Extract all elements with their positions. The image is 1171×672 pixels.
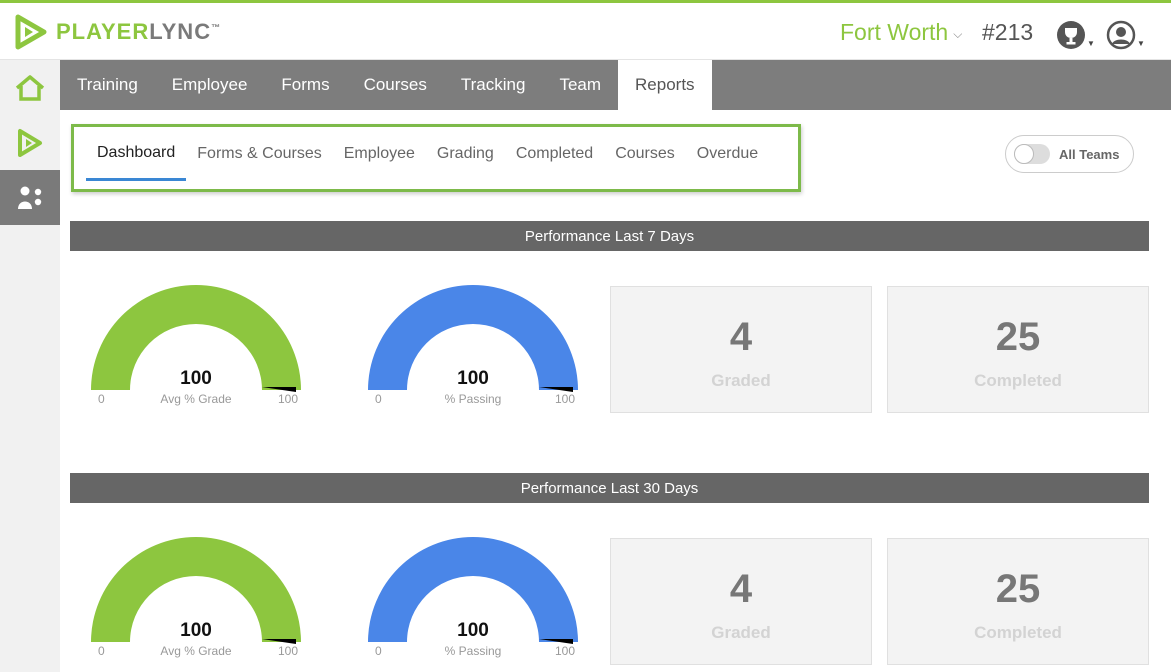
tab-courses[interactable]: Courses bbox=[347, 60, 444, 110]
stat-value: 4 bbox=[729, 315, 753, 359]
toggle-label: All Teams bbox=[1059, 146, 1120, 162]
tab-employee[interactable]: Employee bbox=[155, 60, 265, 110]
subtab-grading[interactable]: Grading bbox=[426, 127, 505, 181]
app-logo[interactable]: PLAYERLYNC™ bbox=[14, 12, 220, 52]
gauge-passing: 100 % Passing 0 100 bbox=[357, 536, 587, 666]
location-selector[interactable]: Fort Worth ⌵ bbox=[840, 19, 962, 46]
report-subtabs: Dashboard Forms & Courses Employee Gradi… bbox=[71, 124, 801, 192]
caret-down-icon: ▼ bbox=[1137, 39, 1145, 48]
user-menu[interactable]: ▼ bbox=[1106, 20, 1145, 50]
gauge-min: 0 bbox=[375, 644, 382, 658]
gauge-min: 0 bbox=[375, 392, 382, 406]
sidebar-item-training[interactable] bbox=[0, 115, 60, 170]
stat-card-graded[interactable]: 4 Graded bbox=[610, 286, 872, 413]
toggle-knob bbox=[1014, 144, 1034, 164]
chevron-down-icon: ⌵ bbox=[953, 26, 963, 41]
gauge-value: 100 bbox=[180, 368, 212, 389]
trophy-menu[interactable]: ▼ bbox=[1056, 20, 1095, 50]
top-bar: PLAYERLYNC™ Fort Worth ⌵ #213 ▼ ▼ bbox=[0, 0, 1171, 60]
user-icon bbox=[1106, 20, 1136, 50]
stat-value: 4 bbox=[729, 567, 753, 611]
sidebar-item-home[interactable] bbox=[0, 60, 60, 115]
stat-card-completed[interactable]: 25 Completed bbox=[887, 538, 1149, 665]
trophy-icon bbox=[1057, 21, 1085, 49]
section-title-7-days: Performance Last 7 Days bbox=[70, 221, 1149, 251]
brand-name: PLAYERLYNC™ bbox=[56, 19, 221, 44]
play-icon bbox=[18, 128, 42, 157]
gauge-max: 100 bbox=[278, 392, 299, 406]
stat-card-graded[interactable]: 4 Graded bbox=[610, 538, 872, 665]
subtab-employee[interactable]: Employee bbox=[333, 127, 426, 181]
gauge-value: 100 bbox=[457, 368, 489, 389]
gauge-max: 100 bbox=[278, 644, 299, 658]
tab-tracking[interactable]: Tracking bbox=[444, 60, 543, 110]
subtab-forms-courses[interactable]: Forms & Courses bbox=[186, 127, 332, 181]
gauge-min: 0 bbox=[98, 392, 105, 406]
gauge-max: 100 bbox=[555, 392, 576, 406]
gauge-value: 100 bbox=[180, 620, 212, 641]
people-icon bbox=[18, 186, 42, 209]
location-name: Fort Worth bbox=[840, 19, 949, 45]
tab-reports[interactable]: Reports bbox=[618, 60, 712, 110]
home-icon bbox=[15, 74, 45, 101]
sidebar-item-people[interactable] bbox=[0, 170, 60, 225]
gauge-min: 0 bbox=[98, 644, 105, 658]
all-teams-toggle[interactable]: All Teams bbox=[1005, 135, 1134, 173]
section-title-30-days: Performance Last 30 Days bbox=[70, 473, 1149, 503]
gauge-avg-grade: 100 Avg % Grade 0 100 bbox=[80, 536, 310, 666]
stat-card-completed[interactable]: 25 Completed bbox=[887, 286, 1149, 413]
stat-label: Completed bbox=[974, 623, 1062, 642]
sidebar bbox=[0, 60, 60, 672]
caret-down-icon: ▼ bbox=[1087, 39, 1095, 48]
subtab-completed[interactable]: Completed bbox=[505, 127, 604, 181]
toggle-switch[interactable] bbox=[1014, 144, 1050, 164]
stat-value: 25 bbox=[995, 315, 1041, 359]
tab-team[interactable]: Team bbox=[542, 60, 618, 110]
subtab-overdue[interactable]: Overdue bbox=[686, 127, 769, 181]
stat-value: 25 bbox=[995, 567, 1041, 611]
gauge-passing: 100 % Passing 0 100 bbox=[357, 284, 587, 414]
gauge-max: 100 bbox=[555, 644, 576, 658]
stat-label: Graded bbox=[711, 623, 771, 642]
gauge-value: 100 bbox=[457, 620, 489, 641]
main-nav: Training Employee Forms Courses Tracking… bbox=[60, 60, 1171, 110]
tab-training[interactable]: Training bbox=[60, 60, 155, 110]
stat-label: Graded bbox=[711, 371, 771, 390]
gauge-avg-grade: 100 Avg % Grade 0 100 bbox=[80, 284, 310, 414]
subtab-dashboard[interactable]: Dashboard bbox=[86, 127, 187, 181]
tab-forms[interactable]: Forms bbox=[264, 60, 346, 110]
playerlync-logo-icon bbox=[15, 14, 47, 50]
store-number: #213 bbox=[982, 19, 1034, 45]
stat-label: Completed bbox=[974, 371, 1062, 390]
subtab-courses[interactable]: Courses bbox=[604, 127, 686, 181]
